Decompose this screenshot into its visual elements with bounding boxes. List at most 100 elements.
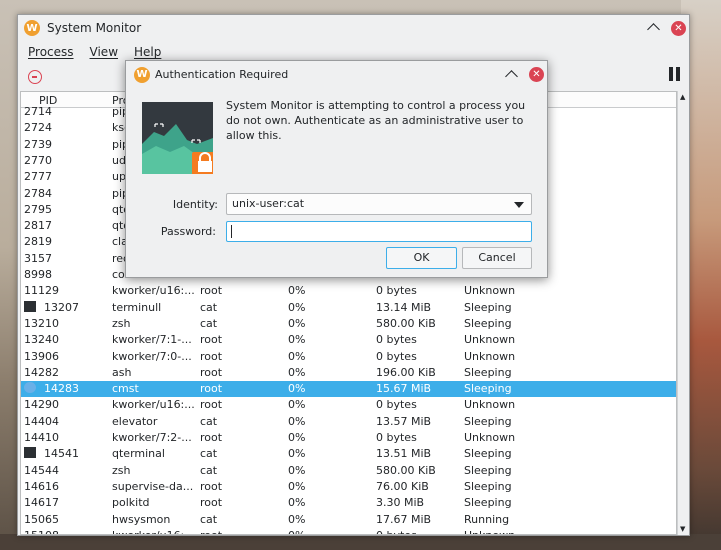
- system-monitor-lock-icon: [142, 102, 213, 174]
- pause-icon[interactable]: [669, 67, 681, 81]
- cell-cpu: 0%: [288, 349, 306, 363]
- cell-name: kworker/7:0-...: [112, 349, 192, 363]
- cell-mem: 76.00 KiB: [376, 479, 429, 493]
- scroll-up-icon[interactable]: ▲: [680, 93, 685, 101]
- cell-user: root: [200, 333, 223, 347]
- cell-name: terminull: [112, 300, 162, 314]
- table-row[interactable]: 13240 kworker/7:1-... root 0% 0 bytes Unknown: [21, 332, 676, 348]
- cell-name: kworker/7:1-...: [112, 333, 192, 347]
- table-row[interactable]: 15065 hwsysmon cat 0% 17.67 MiB Running: [21, 512, 676, 528]
- cell-status: Unknown: [464, 333, 516, 347]
- menu-help[interactable]: Help: [134, 45, 161, 59]
- cell-user: cat: [200, 463, 218, 477]
- ok-button[interactable]: OK: [386, 247, 457, 269]
- cell-status: Sleeping: [464, 414, 512, 428]
- dialog-minimize-button[interactable]: [505, 68, 519, 82]
- cell-pid: 11129: [24, 284, 59, 298]
- cell-name: kworker/u16:...: [112, 284, 195, 298]
- text-caret: [231, 225, 232, 238]
- scrollbar[interactable]: ▲ ▼: [677, 91, 689, 535]
- table-row[interactable]: 14410 kworker/7:2-... root 0% 0 bytes Unknown: [21, 430, 676, 446]
- cell-mem: 15.67 MiB: [376, 382, 432, 396]
- cmst-icon: [24, 382, 36, 394]
- wallpaper-ground: [0, 534, 721, 550]
- cell-pid: 13240: [24, 333, 59, 347]
- cell-user: root: [200, 398, 223, 412]
- minimize-button[interactable]: [647, 21, 661, 35]
- cell-pid-text: 13207: [44, 300, 79, 314]
- table-row[interactable]: 14282 ash root 0% 196.00 KiB Sleeping: [21, 365, 676, 381]
- table-row[interactable]: 15108kworker/u16:...root0%0 bytesUnknown: [21, 528, 676, 534]
- dialog-message: System Monitor is attempting to control …: [226, 99, 526, 142]
- cell-mem: 0 bytes: [376, 349, 417, 363]
- cell-pid: 2714: [24, 105, 52, 118]
- kill-process-icon[interactable]: [28, 70, 42, 84]
- cell-pid: 3157: [24, 251, 52, 265]
- cell-cpu: 0%: [288, 528, 373, 534]
- dialog-titlebar: W Authentication Required ✕: [126, 61, 547, 88]
- cell-cpu: 0%: [288, 284, 306, 298]
- table-row[interactable]: 14290 kworker/u16:... root 0% 0 bytes Unknown: [21, 397, 676, 413]
- table-row[interactable]: 13207 terminull cat 0% 13.14 MiB Sleeping: [21, 300, 676, 316]
- cell-name: polkitd: [112, 496, 150, 510]
- cell-status: Sleeping: [464, 447, 512, 461]
- close-button[interactable]: ✕: [671, 20, 686, 36]
- cell-status: Sleeping: [464, 463, 512, 477]
- cell-status: Unknown: [464, 398, 516, 412]
- authentication-dialog: W Authentication Required ✕ System Monit…: [125, 60, 548, 278]
- cell-status: Running: [464, 512, 510, 526]
- cell-name: qterminal: [112, 447, 165, 461]
- terminal-icon: [24, 447, 36, 459]
- cell-mem: 0 bytes: [376, 398, 417, 412]
- table-row[interactable]: 14404 elevator cat 0% 13.57 MiB Sleeping: [21, 414, 676, 430]
- cell-status: Sleeping: [464, 365, 512, 379]
- menu-view[interactable]: View: [90, 45, 118, 59]
- cell-mem: 0 bytes: [376, 333, 417, 347]
- table-row[interactable]: 13906 kworker/7:0-... root 0% 0 bytes Unknown: [21, 349, 676, 365]
- menu-process[interactable]: Process: [28, 45, 74, 59]
- table-row[interactable]: 14616 supervise-da... root 0% 76.00 KiB Sleep…: [21, 479, 676, 495]
- cell-user: root: [200, 528, 285, 534]
- window-title: System Monitor: [47, 21, 142, 35]
- dialog-close-button[interactable]: ✕: [529, 67, 544, 82]
- cell-pid: 14282: [24, 365, 59, 379]
- cell-cpu: 0%: [288, 496, 306, 510]
- cell-user: root: [200, 349, 223, 363]
- app-icon: W: [24, 20, 40, 36]
- cell-name: supervise-da...: [112, 479, 194, 493]
- cell-cpu: 0%: [288, 365, 306, 379]
- table-row[interactable]: 14541 qterminal cat 0% 13.51 MiB Sleeping: [21, 446, 676, 462]
- table-row[interactable]: 11129 kworker/u16:... root 0% 0 bytes Unknown: [21, 283, 676, 299]
- cell-name: kworker/u16:...: [112, 528, 197, 534]
- password-field[interactable]: [226, 221, 532, 242]
- cell-user: cat: [200, 414, 218, 428]
- cell-pid: 2770: [24, 153, 52, 167]
- cell-pid: 14410: [24, 431, 59, 444]
- chevron-down-icon[interactable]: [514, 202, 524, 208]
- cell-cpu: 0%: [288, 463, 306, 477]
- table-row[interactable]: 13210 zsh cat 0% 580.00 KiB Sleeping: [21, 316, 676, 332]
- scroll-down-icon[interactable]: ▼: [680, 525, 685, 533]
- cell-pid: 13906: [24, 349, 59, 363]
- cell-pid: 14283: [24, 381, 109, 397]
- cell-pid: 14404: [24, 414, 59, 428]
- cell-name: elevator: [112, 414, 158, 428]
- cell-mem: 13.57 MiB: [376, 414, 432, 428]
- cancel-button[interactable]: Cancel: [462, 247, 532, 269]
- cell-mem: 17.67 MiB: [376, 512, 432, 526]
- table-row[interactable]: 14283 cmst root 0% 15.67 MiB Sleeping: [21, 381, 676, 398]
- cell-user: cat: [200, 316, 218, 330]
- table-row[interactable]: 14544 zsh cat 0% 580.00 KiB Sleeping: [21, 463, 676, 479]
- table-row[interactable]: 14617 polkitd root 0% 3.30 MiB Sleeping: [21, 495, 676, 511]
- password-label: Password:: [160, 225, 216, 238]
- cell-mem: 0 bytes: [376, 528, 461, 534]
- cell-mem: 0 bytes: [376, 284, 417, 298]
- identity-select[interactable]: unix-user:cat: [226, 193, 532, 215]
- cell-mem: 580.00 KiB: [376, 463, 436, 477]
- cell-cpu: 0%: [288, 316, 306, 330]
- cell-cpu: 0%: [288, 414, 306, 428]
- cell-status: Unknown: [464, 284, 516, 298]
- cell-status: Unknown: [464, 349, 516, 363]
- cell-mem: 0 bytes: [376, 431, 417, 444]
- cell-pid: 8998: [24, 268, 52, 281]
